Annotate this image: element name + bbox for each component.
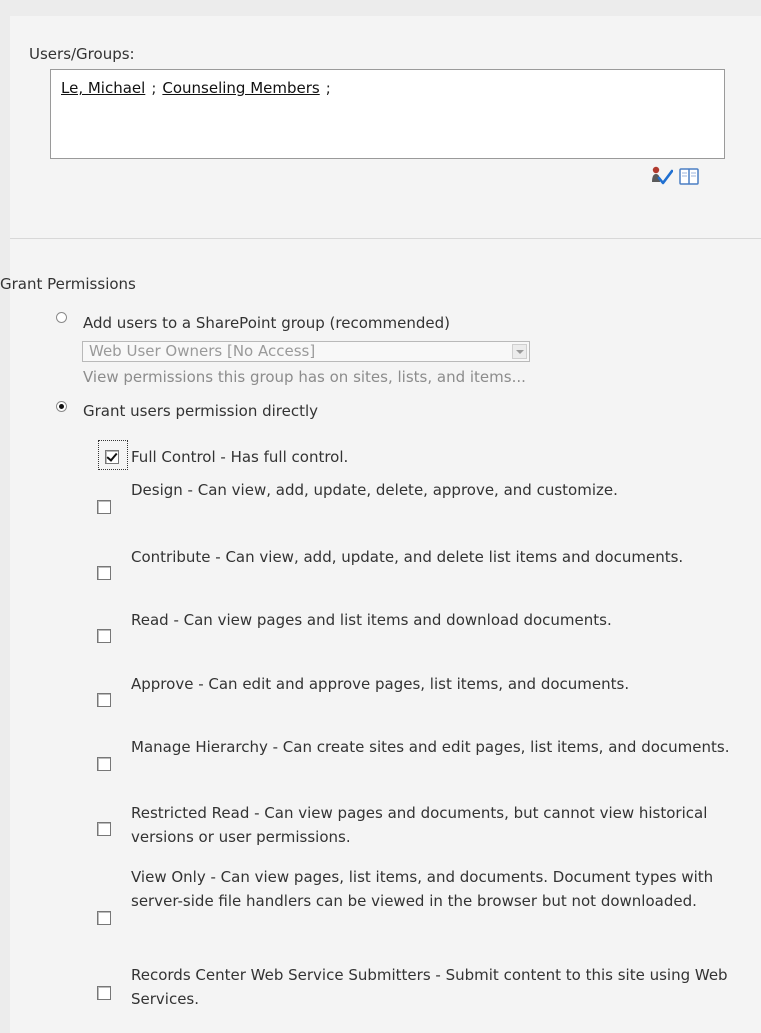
entry-separator: ; xyxy=(325,79,331,97)
grant-directly-label[interactable]: Grant users permission directly xyxy=(83,402,318,420)
perm-label-full-control: Full Control - Has full control. xyxy=(131,448,349,466)
check-names-icon[interactable] xyxy=(651,166,674,186)
perm-label-manage-hierarchy: Manage Hierarchy - Can create sites and … xyxy=(131,738,730,756)
grant-permissions-heading: Grant Permissions xyxy=(0,275,136,293)
checkbox-view-only[interactable] xyxy=(97,911,111,925)
section-divider xyxy=(10,238,761,239)
checkbox-design[interactable] xyxy=(97,500,111,514)
checkbox-restricted-read[interactable] xyxy=(97,822,111,836)
perm-label-approve: Approve - Can edit and approve pages, li… xyxy=(131,675,630,693)
people-picker-input[interactable]: Le, Michael; Counseling Members; xyxy=(50,69,725,159)
users-groups-label: Users/Groups: xyxy=(29,45,135,63)
checkbox-full-control[interactable] xyxy=(105,450,119,464)
perm-label-view-only: View Only - Can view pages, list items, … xyxy=(131,868,714,910)
group-select-value: Web User Owners [No Access] xyxy=(89,342,316,360)
perm-label-restricted-read: Restricted Read - Can view pages and doc… xyxy=(131,804,708,846)
chevron-down-icon[interactable] xyxy=(512,344,527,359)
users-groups-section: Users/Groups: Le, Michael; Counseling Mem… xyxy=(10,16,761,238)
checkbox-records-center-submitters[interactable] xyxy=(97,986,111,1000)
checkbox-read[interactable] xyxy=(97,629,111,643)
add-to-group-label[interactable]: Add users to a SharePoint group (recomme… xyxy=(83,314,450,332)
entry-separator: ; xyxy=(151,79,157,97)
perm-label-contribute: Contribute - Can view, add, update, and … xyxy=(131,548,684,566)
checkbox-approve[interactable] xyxy=(97,693,111,707)
checkbox-contribute[interactable] xyxy=(97,566,111,580)
user-entry-le-michael[interactable]: Le, Michael xyxy=(61,79,145,97)
perm-label-records-center-submitters: Records Center Web Service Submitters - … xyxy=(131,966,728,1008)
address-book-icon[interactable] xyxy=(679,167,699,186)
radio-add-to-group[interactable] xyxy=(56,312,67,323)
user-entry-counseling-members[interactable]: Counseling Members xyxy=(162,79,319,97)
radio-grant-directly[interactable] xyxy=(56,401,67,412)
permissions-panel: Users/Groups: Le, Michael; Counseling Mem… xyxy=(0,16,761,1033)
group-select[interactable]: Web User Owners [No Access] xyxy=(82,341,530,362)
view-group-permissions-link[interactable]: View permissions this group has on sites… xyxy=(83,368,526,386)
perm-label-read: Read - Can view pages and list items and… xyxy=(131,611,612,629)
perm-label-design: Design - Can view, add, update, delete, … xyxy=(131,481,618,499)
checkbox-manage-hierarchy[interactable] xyxy=(97,757,111,771)
